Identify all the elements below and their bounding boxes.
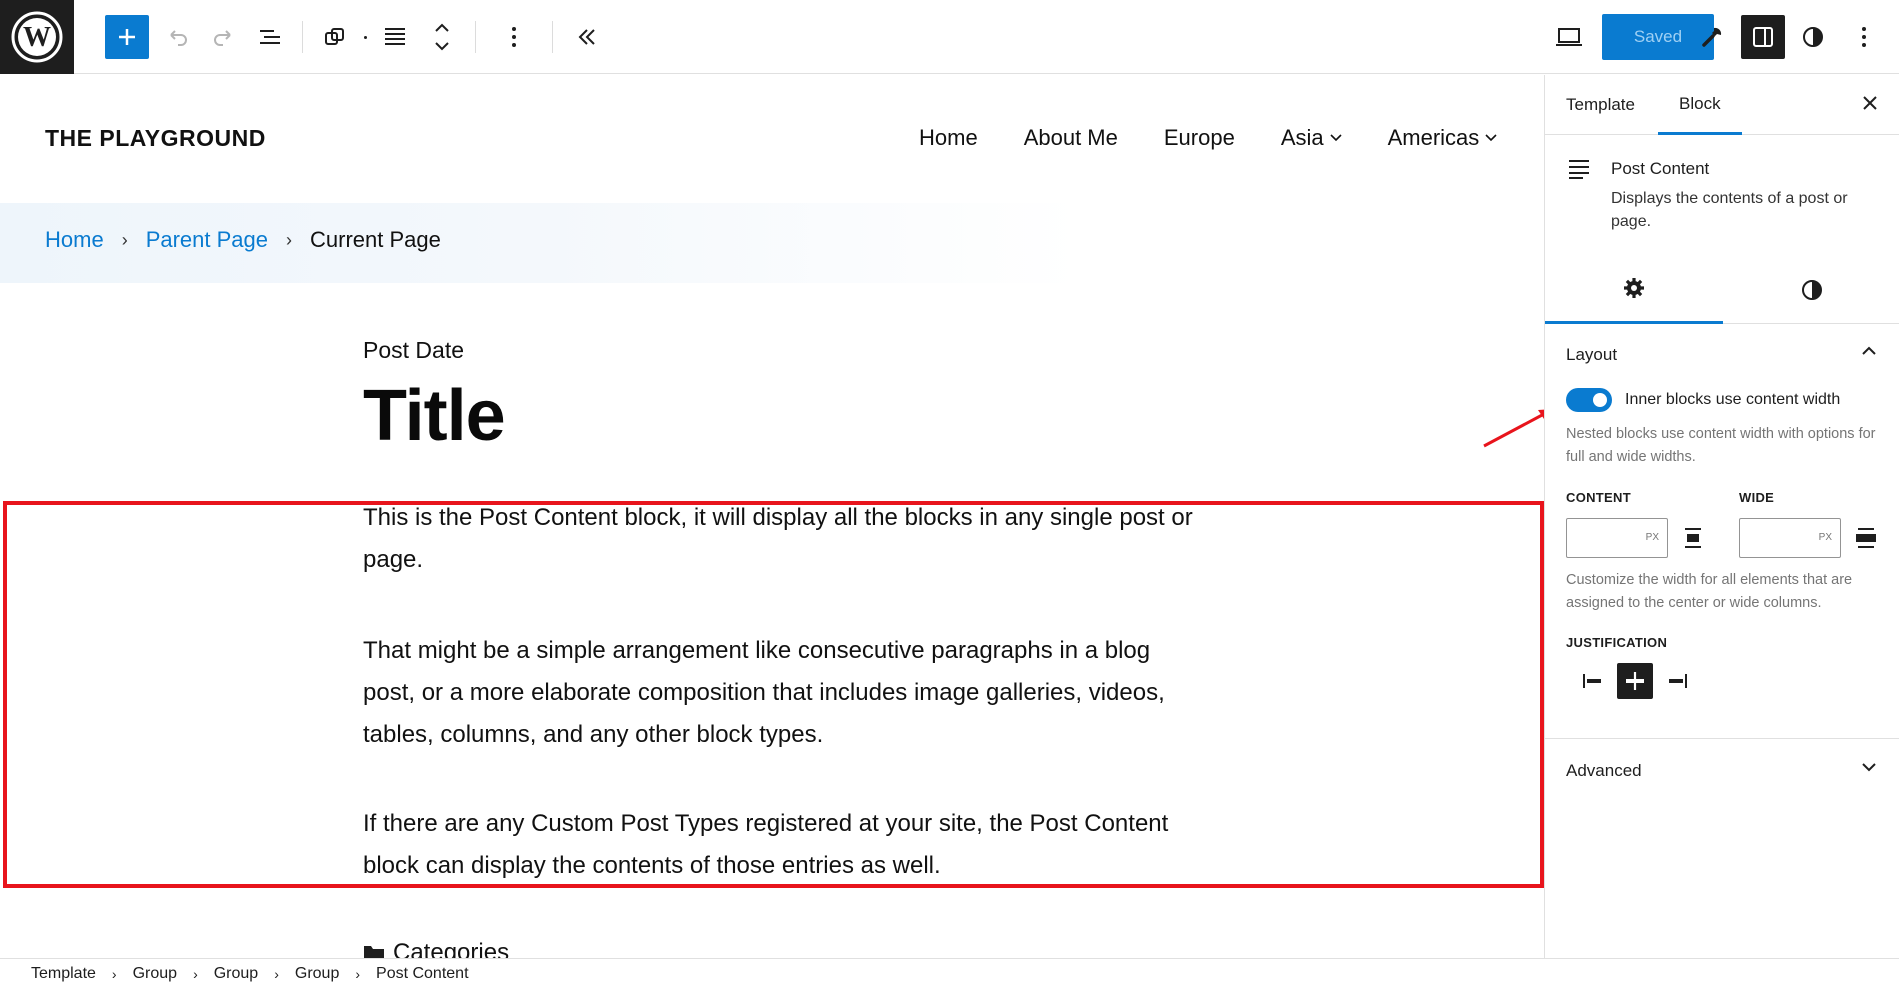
width-help-text: Customize the width for all elements tha… [1566,572,1853,611]
site-navigation: Home About Me Europe Asia Americas [919,125,1497,151]
breadcrumb-current: Current Page [310,227,441,252]
tab-template[interactable]: Template [1545,75,1656,135]
chevron-right-icon: › [274,966,279,982]
footer-crumb-group[interactable]: Group [295,965,339,983]
post-categories[interactable]: Categories [363,939,509,958]
settings-sidebar-toggle-icon[interactable] [1741,15,1785,59]
toggle-label: Inner blocks use content width [1625,391,1841,408]
justify-right-button[interactable] [1659,663,1695,699]
align-icon[interactable] [373,15,417,59]
duplicate-icon[interactable] [313,15,357,59]
folder-icon [364,946,384,958]
wide-width-icon [1856,528,1876,548]
styles-contrast-icon [1802,279,1822,300]
unit-suffix: PX [1645,532,1659,543]
undo-icon[interactable] [156,15,200,59]
tools-wrench-icon[interactable] [1690,15,1734,59]
nav-item-asia[interactable]: Asia [1281,125,1342,151]
breadcrumb-home-link[interactable]: Home [45,227,104,253]
editor-canvas: THE PLAYGROUND Home About Me Europe Asia… [0,75,1544,958]
nav-item-label: Asia [1280,125,1324,150]
chevron-up-icon[interactable] [1861,343,1877,359]
nav-item-americas[interactable]: Americas [1388,125,1498,151]
styles-tab[interactable] [1723,255,1899,324]
post-content-icon [1569,160,1589,179]
nav-item-label: Europe [1163,125,1235,150]
nav-item-home[interactable]: Home [919,125,978,151]
svg-text:W: W [23,22,51,53]
chevron-right-icon: › [193,966,198,982]
content-width-label: CONTENT [1566,490,1631,505]
desktop-view-icon[interactable] [1547,15,1591,59]
breadcrumb-separator: › [286,229,292,250]
nav-item-europe[interactable]: Europe [1164,125,1235,151]
gear-icon [1624,278,1644,298]
wide-width-input[interactable]: PX [1739,518,1841,558]
justification-control [1575,663,1695,699]
block-settings-tabs [1545,255,1899,324]
footer-crumb-template[interactable]: Template [31,965,96,983]
content-width-icon [1685,528,1701,548]
list-view-icon[interactable] [248,15,292,59]
chevron-right-icon: › [111,966,117,982]
annotation-highlight-box [3,501,1544,888]
toolbar-separator [475,21,476,53]
justify-right-icon [1669,674,1687,688]
toolbar-separator [552,21,553,53]
layout-panel-heading[interactable]: Layout [1566,345,1617,365]
breadcrumb-separator: › [121,229,128,250]
post-title[interactable]: Title [363,375,506,457]
styles-contrast-icon[interactable] [1791,15,1835,59]
toggle-knob [1593,393,1607,407]
toggle-help-text: Nested blocks use content width with opt… [1566,426,1876,465]
tab-block[interactable]: Block [1658,75,1742,135]
site-title[interactable]: THE PLAYGROUND [45,125,266,152]
justify-left-icon [1583,674,1601,688]
add-block-button[interactable] [105,15,149,59]
block-card: Post Content Displays the contents of a … [1545,135,1899,255]
justify-center-icon [1626,672,1644,690]
editor-toolbar: W Saved [0,0,1899,74]
breadcrumb-parent-link[interactable]: Parent Page [146,227,268,253]
inner-blocks-content-width-toggle[interactable] [1566,388,1612,412]
settings-gear-tab[interactable] [1545,255,1723,324]
settings-sidebar: Template Block Post Content Displays the… [1544,75,1899,958]
nav-item-label: Home [919,125,978,150]
toolbar-separator [302,21,303,53]
move-up-down-icon[interactable] [420,15,464,59]
post-date[interactable]: Post Date [363,337,464,364]
panel-divider [1545,738,1899,739]
nav-item-label: Americas [1387,125,1480,150]
block-name: Post Content [1611,159,1710,178]
collapse-toolbar-icon[interactable] [565,15,609,59]
nav-item-label: About Me [1023,125,1118,150]
options-menu-icon[interactable] [1842,15,1886,59]
redo-icon[interactable] [201,15,245,59]
chevron-down-icon [1485,134,1497,142]
categories-label: Categories [393,939,510,958]
chevron-down-icon [1330,134,1342,142]
justification-label: JUSTIFICATION [1566,635,1668,650]
unit-suffix: PX [1818,532,1832,543]
justify-center-button[interactable] [1617,663,1653,699]
content-width-input[interactable]: PX [1566,518,1668,558]
close-icon[interactable] [1860,93,1880,113]
chevron-down-icon[interactable] [1861,759,1877,775]
breadcrumb: Home › Parent Page › Current Page [45,227,441,253]
chevron-right-icon: › [355,966,361,982]
advanced-panel-heading[interactable]: Advanced [1566,761,1642,781]
footer-crumb-group[interactable]: Group [133,965,177,983]
block-description: Displays the contents of a post or page. [1611,190,1848,230]
footer-crumb-group[interactable]: Group [214,965,258,983]
sidebar-tabs: Template Block [1545,75,1899,135]
nav-item-about-me[interactable]: About Me [1024,125,1118,151]
block-breadcrumb-footer: Template › Group › Group › Group › Post … [0,958,1899,989]
wide-width-label: WIDE [1739,490,1775,505]
justify-left-button[interactable] [1575,663,1611,699]
more-options-icon[interactable] [492,15,536,59]
drag-dot-icon [364,36,367,39]
wordpress-logo-icon[interactable]: W [0,0,74,74]
footer-crumb-post-content[interactable]: Post Content [376,965,469,983]
